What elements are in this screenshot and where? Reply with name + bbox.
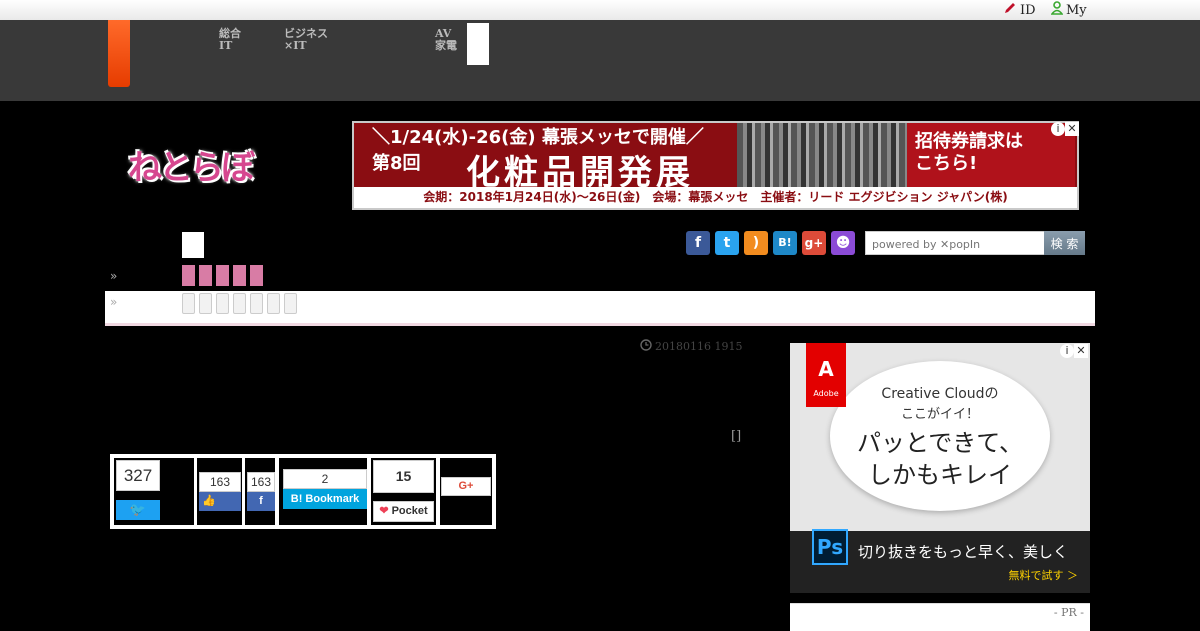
ad-speech-cloud: Creative Cloudの ここがイイ！ パッとできて、 しかもキレイ (830, 361, 1050, 511)
search-box (865, 231, 1045, 255)
top-banner-ad[interactable]: ＼1/24(水)-26(金) 幕張メッセで開催／ 第8回 化粧品開発展 招待券請… (352, 121, 1079, 210)
sidebar-ad-close-icon[interactable]: ✕ (1074, 344, 1088, 358)
facebook-icon: f (259, 495, 263, 507)
subcategory-chip[interactable] (199, 293, 212, 314)
share-buttons: 327 🐦 163 👍 163 f 2 B! Bookmark 15 ❤ Poc… (110, 454, 496, 529)
google-plus-icon[interactable]: g+ (802, 231, 826, 255)
top-utility-bar: ID My (0, 0, 1200, 20)
facebook-like-button[interactable]: 👍 (199, 492, 241, 511)
share-cell-hatena: 2 B! Bookmark (279, 458, 367, 525)
my-link[interactable]: My (1050, 1, 1087, 19)
share-cell-facebook-like: 163 👍 (197, 458, 242, 525)
site-logo[interactable]: ねとらぼ (128, 140, 255, 189)
ad-info-icon[interactable]: i (1051, 122, 1065, 136)
category-chip-pink[interactable] (250, 265, 263, 286)
ad-headline: パッとできて、 しかもキレイ (830, 427, 1050, 491)
ad-line2: ここがイイ！ (900, 407, 979, 422)
banner-edition: 第8回 (372, 153, 421, 174)
clock-icon (640, 339, 652, 354)
nav-placeholder-tab[interactable] (467, 23, 489, 65)
hatena-icon[interactable]: B! (773, 231, 797, 255)
photoshop-icon: Ps (812, 529, 848, 565)
twitter-share-count: 327 (116, 460, 160, 491)
my-link-label: My (1066, 2, 1087, 18)
article-bracket: [] (731, 429, 742, 444)
ad-headline-line1: パッとできて、 (856, 429, 1024, 457)
pr-box: - PR - (790, 603, 1090, 631)
thumbs-up-icon: 👍 (202, 495, 216, 507)
subcategory-chip[interactable] (182, 293, 195, 314)
twitter-bird-icon: 🐦 (129, 502, 147, 517)
article-timestamp: 20180116 1915 (640, 339, 742, 354)
pocket-count: 15 (373, 460, 434, 493)
pocket-label: Pocket (391, 505, 428, 517)
category-chip-pink[interactable] (216, 265, 229, 286)
pencil-icon (1003, 1, 1017, 19)
ad-headline-line2: しかもキレイ (868, 461, 1012, 489)
banner-cta-text: 招待券請求は こちら! (915, 131, 1023, 174)
rss-icon[interactable]: ) (744, 231, 768, 255)
share-cell-pocket: 15 ❤ Pocket (371, 458, 436, 525)
adobe-logo: A Adobe (806, 343, 846, 407)
nav-item-av-appliances[interactable]: AV 家電 (435, 28, 457, 52)
banner-cta: 招待券請求は こちら! (907, 123, 1075, 187)
nav-item-general[interactable]: 総合 IT (219, 28, 241, 52)
breadcrumb-chevron: » (110, 295, 118, 309)
category-chip-pink[interactable] (199, 265, 212, 286)
site-logo-text: ねとらぼ (128, 148, 255, 188)
facebook-share-button[interactable]: f (247, 492, 275, 511)
ad-trial-link[interactable]: 無料で試す ＞ (1009, 567, 1079, 583)
subcategory-chip[interactable] (284, 293, 297, 314)
pr-label: - PR - (1053, 606, 1084, 619)
google-plus-share-button[interactable]: G+ (441, 477, 491, 496)
article-timestamp-text: 20180116 1915 (655, 340, 743, 353)
facebook-icon[interactable]: f (686, 231, 710, 255)
banner-photo (737, 123, 907, 187)
subcategory-chip[interactable] (233, 293, 246, 314)
cat-mascot-icon[interactable]: ☻ (831, 231, 855, 255)
category-chip-blank[interactable] (182, 232, 204, 258)
share-cell-google-plus: G+ (440, 458, 492, 525)
hatena-bookmark-button[interactable]: B! Bookmark (283, 489, 367, 509)
facebook-share-count: 163 (247, 472, 275, 492)
id-link-label: ID (1020, 2, 1036, 18)
category-chip-pink[interactable] (233, 265, 246, 286)
search-input[interactable] (870, 233, 1044, 255)
twitter-share-button[interactable]: 🐦 (116, 500, 160, 520)
share-cell-facebook-share: 163 f (245, 458, 275, 525)
user-icon (1050, 1, 1064, 19)
subcategory-chip[interactable] (250, 293, 263, 314)
search-button[interactable]: 検 索 (1044, 231, 1085, 255)
pocket-button[interactable]: ❤ Pocket (373, 501, 434, 522)
adobe-a-icon: A (818, 357, 834, 381)
breadcrumb-chevron: » (110, 269, 118, 283)
category-chip-pink[interactable] (182, 265, 195, 286)
ad-line1: Creative Cloudの (881, 386, 999, 402)
banner-footer: 会期：2018年1月24日(水)〜26日(金) 会場：幕張メッセ 主催者：リード… (354, 187, 1077, 208)
twitter-icon[interactable]: t (715, 231, 739, 255)
share-cell-twitter: 327 🐦 (114, 458, 194, 525)
main-navigation: 総合 IT ビジネス ×IT AV 家電 (0, 20, 1200, 101)
facebook-like-count: 163 (199, 472, 241, 492)
sidebar-ad[interactable]: Creative Cloudの ここがイイ！ パッとできて、 しかもキレイ A … (790, 343, 1090, 593)
hatena-bookmark-count: 2 (283, 469, 367, 489)
adobe-brand-label: Adobe (813, 389, 839, 398)
id-link[interactable]: ID (1003, 1, 1036, 19)
nav-home-tab[interactable] (108, 20, 130, 87)
nav-item-business-it[interactable]: ビジネス ×IT (284, 28, 328, 52)
ad-close-icon[interactable]: ✕ (1065, 122, 1079, 136)
ad-tagline: 切り抜きをもっと早く、美しく (858, 543, 1069, 561)
subcategory-chip[interactable] (267, 293, 280, 314)
pocket-icon: ❤ (379, 505, 389, 517)
subcategory-chip[interactable] (216, 293, 229, 314)
sidebar-ad-info-icon[interactable]: i (1060, 344, 1074, 358)
